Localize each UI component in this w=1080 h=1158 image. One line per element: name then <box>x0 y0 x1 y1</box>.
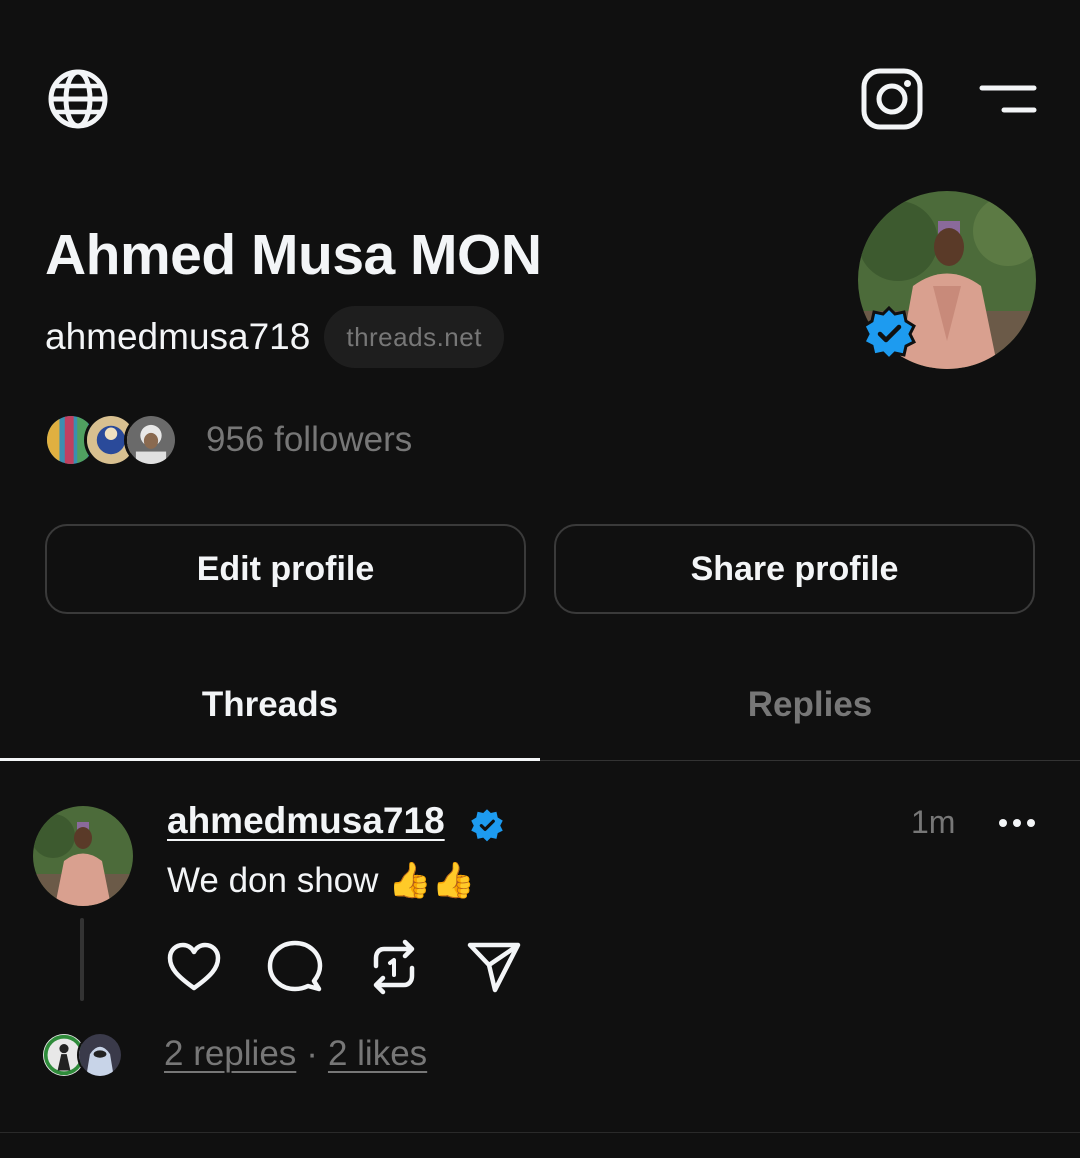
send-icon[interactable] <box>465 938 523 996</box>
handle-row: ahmedmusa718 threads.net <box>45 306 504 368</box>
post-body: We don show 👍👍 <box>167 861 476 900</box>
likes-count-link[interactable]: 2 likes <box>328 1034 427 1074</box>
heart-icon[interactable] <box>165 938 223 996</box>
tab-threads[interactable]: Threads <box>0 660 540 760</box>
post-stats: 2 replies · 2 likes <box>164 1034 427 1074</box>
post-username[interactable]: ahmedmusa718 <box>167 800 445 842</box>
thread-connector-line <box>80 918 84 1001</box>
replies-count-link[interactable]: 2 replies <box>164 1034 296 1074</box>
verified-badge-icon <box>470 808 504 842</box>
post-timestamp: 1m <box>911 804 956 840</box>
post-divider <box>0 1132 1080 1133</box>
comment-icon[interactable] <box>266 938 324 996</box>
active-tab-indicator <box>0 758 540 761</box>
repost-icon[interactable] <box>365 938 423 996</box>
reply-avatar <box>77 1032 123 1078</box>
menu-icon[interactable] <box>978 80 1038 120</box>
globe-icon[interactable] <box>46 67 110 131</box>
verified-badge-icon <box>861 305 917 362</box>
tab-replies[interactable]: Replies <box>540 660 1080 760</box>
post-author-avatar[interactable] <box>33 806 133 906</box>
threads-domain-badge[interactable]: threads.net <box>324 306 504 368</box>
followers-row[interactable]: 956 followers <box>44 413 412 467</box>
instagram-icon[interactable] <box>860 67 924 131</box>
edit-profile-button[interactable]: Edit profile <box>45 524 526 614</box>
follower-avatar <box>124 413 178 467</box>
display-name: Ahmed Musa MON <box>45 223 542 287</box>
stats-separator: · <box>306 1034 318 1073</box>
share-profile-button[interactable]: Share profile <box>554 524 1035 614</box>
profile-page: Ahmed Musa MON ahmedmusa718 threads.net <box>0 0 1080 1158</box>
more-options-icon[interactable] <box>996 806 1038 840</box>
followers-count[interactable]: 956 followers <box>206 420 412 460</box>
username: ahmedmusa718 <box>45 316 311 357</box>
